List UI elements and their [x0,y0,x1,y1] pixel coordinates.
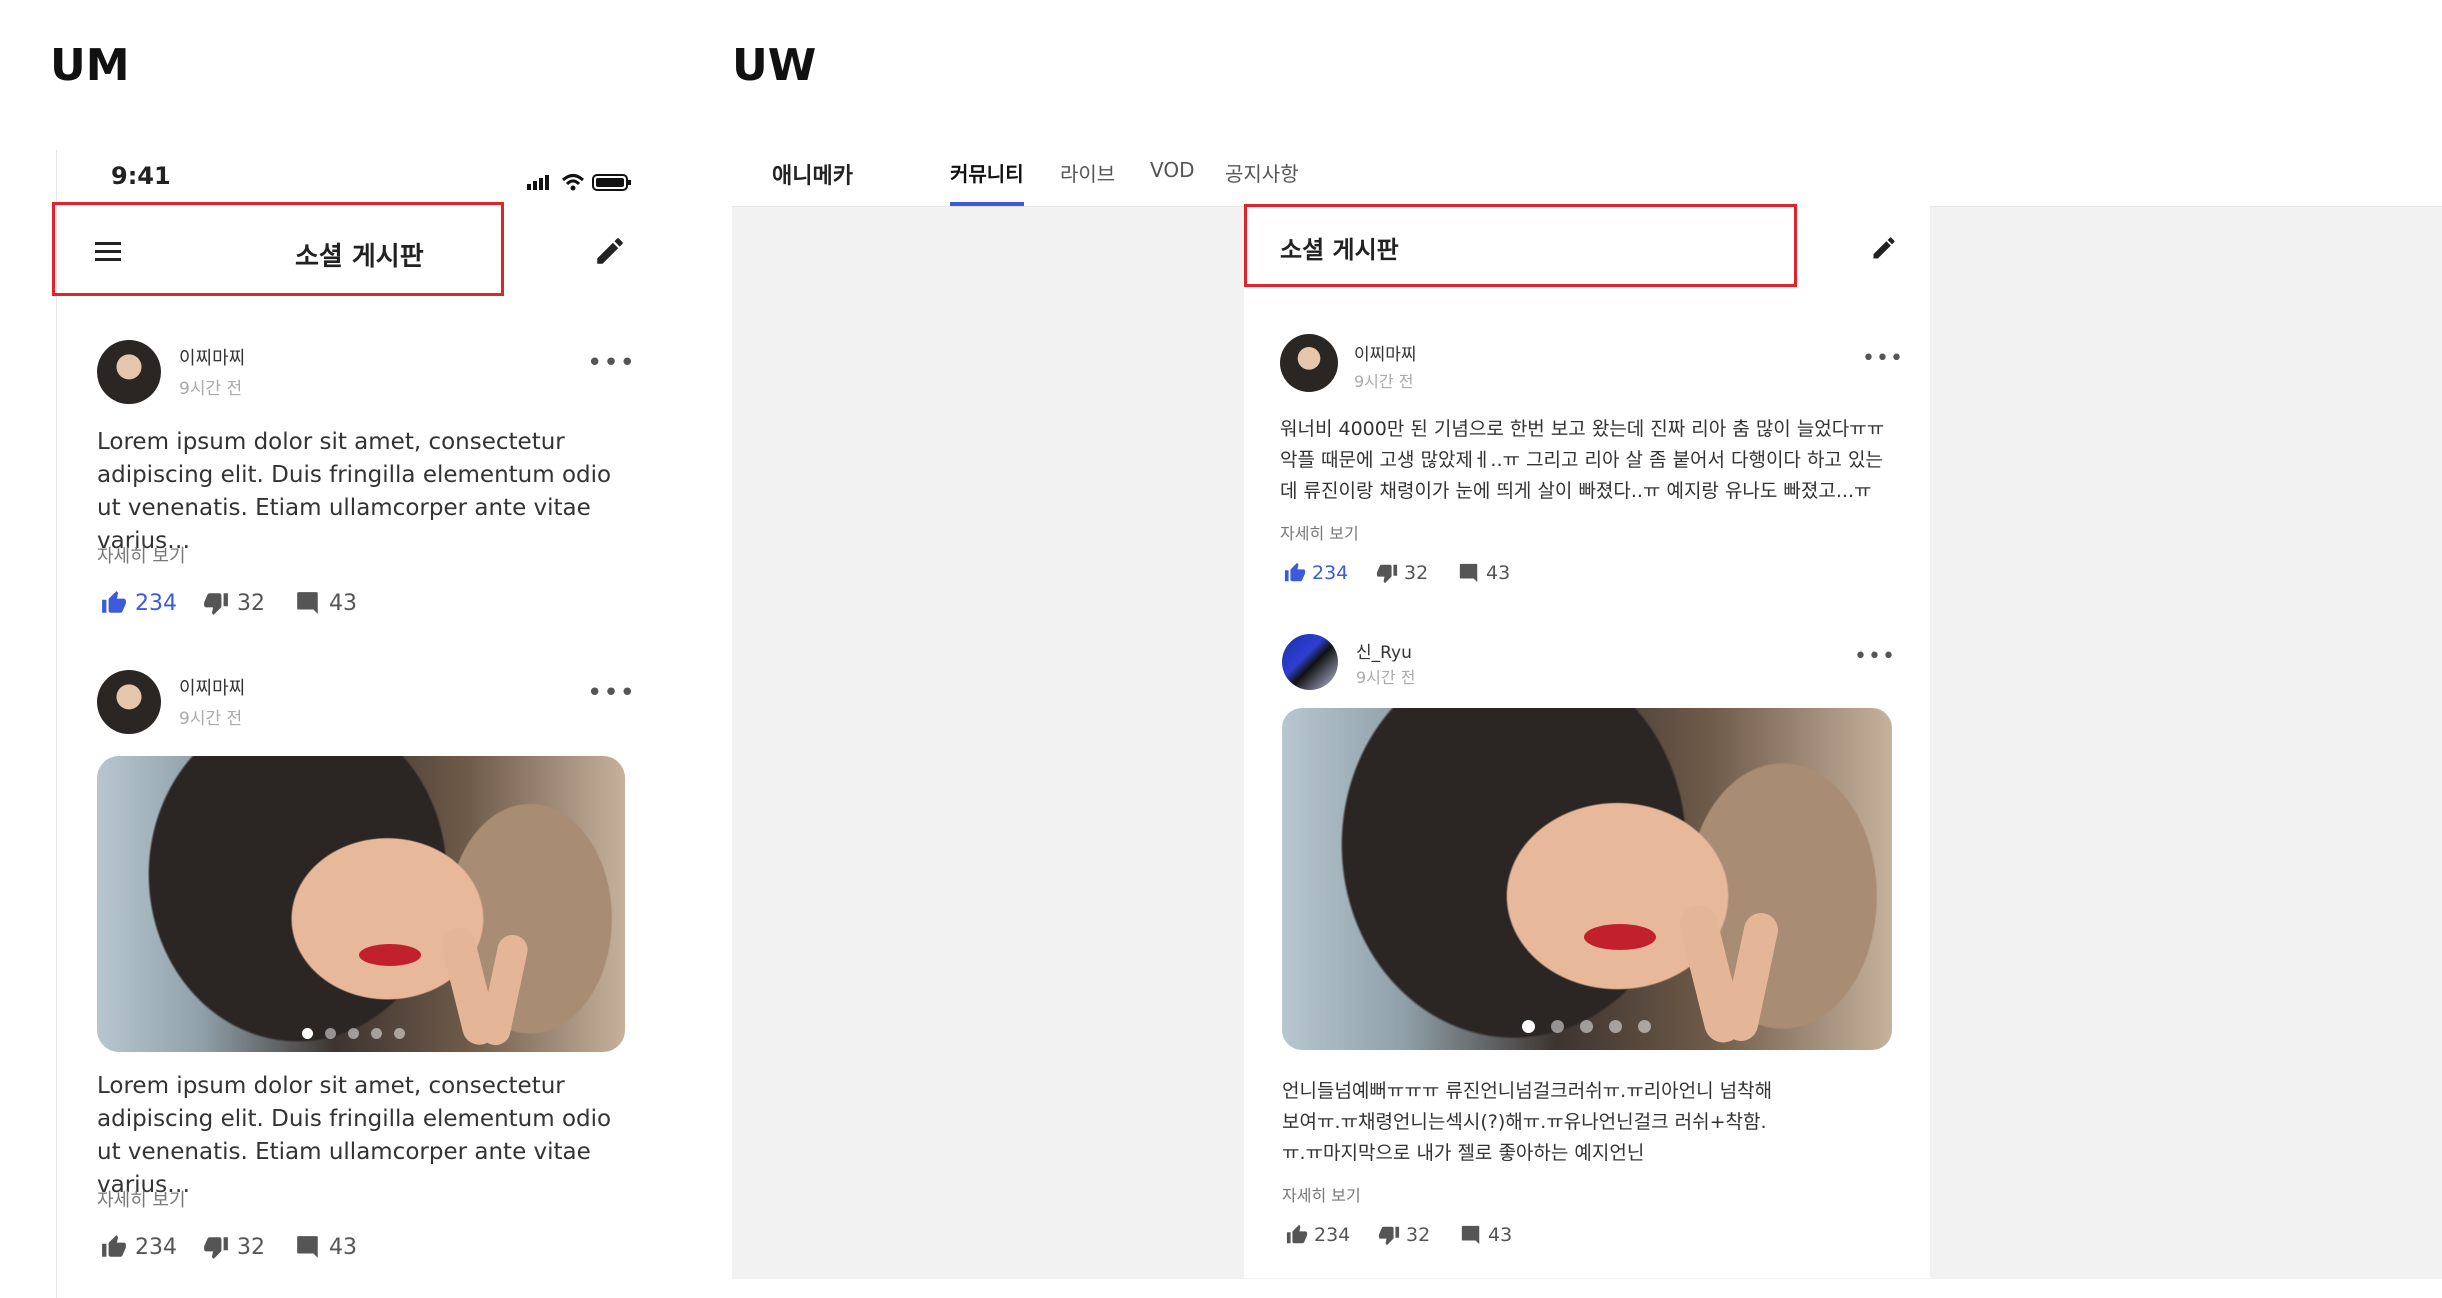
avatar[interactable] [97,340,161,404]
post-author[interactable]: 이찌마찌 [179,674,245,700]
post-photo[interactable] [1282,708,1892,1050]
section-label-web: UW [732,40,817,91]
status-time: 9:41 [111,162,171,190]
tab-notice[interactable]: 공지사항 [1225,158,1299,187]
more-icon[interactable]: ••• [587,678,636,708]
dislike-button[interactable]: 32 [1378,1224,1430,1246]
tab-vod[interactable]: VOD [1150,158,1194,182]
post-time: 9시간 전 [179,379,243,399]
comment-count: 43 [1488,1224,1513,1246]
mobile-screen: 9:41 소셜 게시판 이찌마찌 9시간 전 ••• Lorem ipsum d… [52,150,671,1298]
post-body: Lorem ipsum dolor sit amet, consectetur … [97,429,612,554]
thumbs-down-icon [1378,1226,1400,1246]
like-count: 234 [135,1234,177,1260]
read-more-link[interactable]: 자세히 보기 [1280,520,1359,544]
read-more-link[interactable]: 자세히 보기 [97,542,186,568]
thumbs-down-icon [204,1237,228,1259]
avatar[interactable] [97,670,161,734]
comment-count: 43 [329,590,357,616]
like-button[interactable]: 234 [101,590,177,616]
thumbs-up-icon [102,1235,126,1257]
post-time: 9시간 전 [1356,668,1416,687]
post-time: 9시간 전 [179,709,243,729]
comment-button[interactable]: 43 [295,1234,357,1260]
dislike-button[interactable]: 32 [203,1234,265,1260]
comment-icon [1461,1225,1480,1245]
carousel-dots[interactable] [302,1028,405,1039]
thumbs-down-icon [204,593,228,615]
avatar[interactable] [1282,634,1338,690]
section-label-mobile: UM [50,40,130,91]
post-author[interactable]: 이찌마찌 [1354,340,1417,365]
comment-icon [1459,563,1478,583]
like-count: 234 [1312,562,1349,584]
brand-logo[interactable]: 애니메카 [772,158,853,190]
pencil-icon[interactable] [593,234,627,272]
signal-wifi-battery-icon [527,174,631,191]
dislike-count: 32 [237,1234,265,1260]
post-photo[interactable] [97,756,625,1052]
avatar[interactable] [1280,334,1338,392]
menu-icon[interactable] [95,242,121,266]
page-title: 소셜 게시판 [295,242,424,272]
dislike-count: 32 [237,590,265,616]
like-button[interactable]: 234 [1284,562,1348,584]
like-count: 234 [1314,1224,1351,1246]
comment-count: 43 [1486,562,1511,584]
like-button[interactable]: 234 [1286,1224,1350,1246]
thumbs-up-icon [102,591,126,613]
comment-count: 43 [329,1234,357,1260]
comment-button[interactable]: 43 [1460,1224,1512,1246]
read-more-link[interactable]: 자세히 보기 [1282,1182,1361,1206]
tab-community[interactable]: 커뮤니티 [950,158,1024,187]
status-icons [527,170,637,198]
comment-icon [297,592,318,614]
post-body: 워너비 4000만 된 기념으로 한번 보고 왔는데 진짜 리아 춤 많이 늘었… [1280,418,1885,502]
carousel-dots[interactable] [1522,1020,1651,1033]
comment-button[interactable]: 43 [295,590,357,616]
more-icon[interactable]: ••• [1854,644,1896,669]
read-more-link[interactable]: 자세히 보기 [97,1186,186,1212]
page-title: 소셜 게시판 [1280,236,1399,264]
dislike-count: 32 [1404,562,1429,584]
post-author[interactable]: 신_Ryu [1356,638,1412,663]
thumbs-up-icon [1284,562,1306,582]
dislike-button[interactable]: 32 [1376,562,1428,584]
more-icon[interactable]: ••• [587,348,636,378]
thumbs-down-icon [1376,564,1398,584]
like-button[interactable]: 234 [101,1234,177,1260]
thumbs-up-icon [1286,1224,1308,1244]
post-author[interactable]: 이찌마찌 [179,344,245,370]
dislike-count: 32 [1406,1224,1431,1246]
tab-live[interactable]: 라이브 [1060,158,1115,187]
pencil-icon[interactable] [1870,234,1898,266]
post-time: 9시간 전 [1354,372,1414,391]
like-count: 234 [135,590,177,616]
dislike-button[interactable]: 32 [203,590,265,616]
comment-icon [297,1236,318,1258]
post-body: Lorem ipsum dolor sit amet, consectetur … [97,1073,612,1198]
more-icon[interactable]: ••• [1862,346,1904,371]
comment-button[interactable]: 43 [1458,562,1510,584]
post-body: 언니들넘예뻐ㅠㅠㅠ 류진언니넘걸크러쉬ㅠ.ㅠ리아언니 넘착해보여ㅠ.ㅠ채령언니는… [1282,1080,1773,1164]
